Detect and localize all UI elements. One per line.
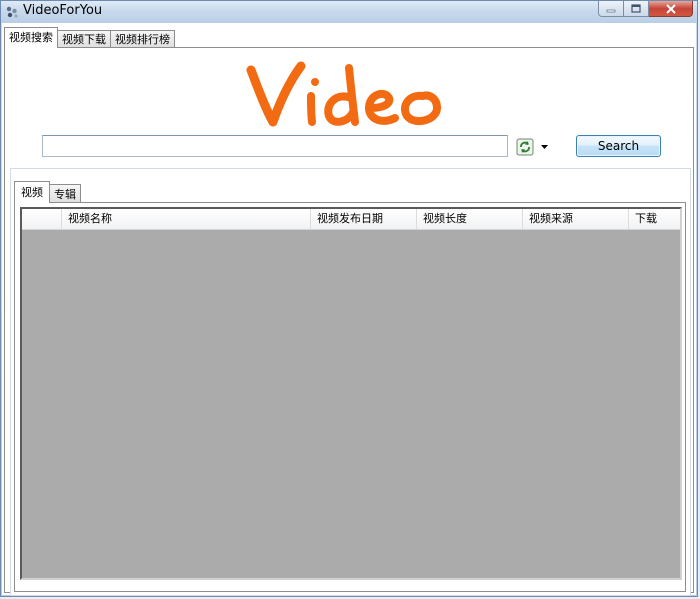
window-controls	[598, 1, 693, 17]
main-tab-strip: 视频搜索 视频下载 视频排行榜	[4, 26, 175, 48]
tab-video-download[interactable]: 视频下载	[57, 30, 111, 48]
chevron-down-icon	[540, 145, 548, 149]
video-logo	[246, 61, 441, 127]
refresh-icon[interactable]	[516, 138, 534, 156]
column-header-publish-date[interactable]: 视频发布日期	[311, 209, 417, 229]
refresh-dropdown-button[interactable]	[536, 138, 552, 156]
close-icon	[665, 3, 676, 14]
results-panel: 视频 专辑 视频名称 视频发布日期 视频长度 视频来源 下载	[10, 168, 691, 596]
tab-albums[interactable]: 专辑	[49, 184, 81, 203]
minimize-button[interactable]	[598, 1, 624, 17]
row-header-corner[interactable]	[22, 209, 62, 229]
maximize-button[interactable]	[624, 1, 649, 17]
grid-header: 视频名称 视频发布日期 视频长度 视频来源 下载	[22, 209, 680, 230]
tab-video-ranking[interactable]: 视频排行榜	[110, 30, 175, 48]
search-button[interactable]: Search	[576, 135, 661, 157]
window-title: VideoForYou	[23, 3, 103, 18]
maximize-icon	[631, 4, 641, 13]
videos-page: 视频名称 视频发布日期 视频长度 视频来源 下载	[14, 202, 686, 592]
client-area: 视频搜索 视频下载 视频排行榜 Search 视频 专辑 视频名称 视频发布日期…	[2, 23, 696, 596]
app-window: VideoForYou 视频搜索 视频下载 视频排行榜 Search 视频 专辑…	[0, 0, 698, 597]
app-icon	[6, 6, 18, 18]
column-header-download[interactable]: 下载	[629, 209, 680, 229]
column-header-video-length[interactable]: 视频长度	[417, 209, 523, 229]
search-input[interactable]	[42, 135, 508, 157]
results-tab-strip: 视频 专辑	[14, 179, 81, 203]
search-page: Search 视频 专辑 视频名称 视频发布日期 视频长度 视频来源 下载	[4, 47, 694, 596]
minimize-icon	[606, 9, 616, 12]
close-button[interactable]	[649, 1, 693, 17]
tab-videos[interactable]: 视频	[14, 181, 50, 203]
title-bar[interactable]: VideoForYou	[1, 1, 697, 23]
column-header-video-name[interactable]: 视频名称	[62, 209, 311, 229]
tab-video-search[interactable]: 视频搜索	[4, 27, 58, 48]
column-header-video-source[interactable]: 视频来源	[523, 209, 629, 229]
results-grid[interactable]: 视频名称 视频发布日期 视频长度 视频来源 下载	[20, 207, 682, 580]
